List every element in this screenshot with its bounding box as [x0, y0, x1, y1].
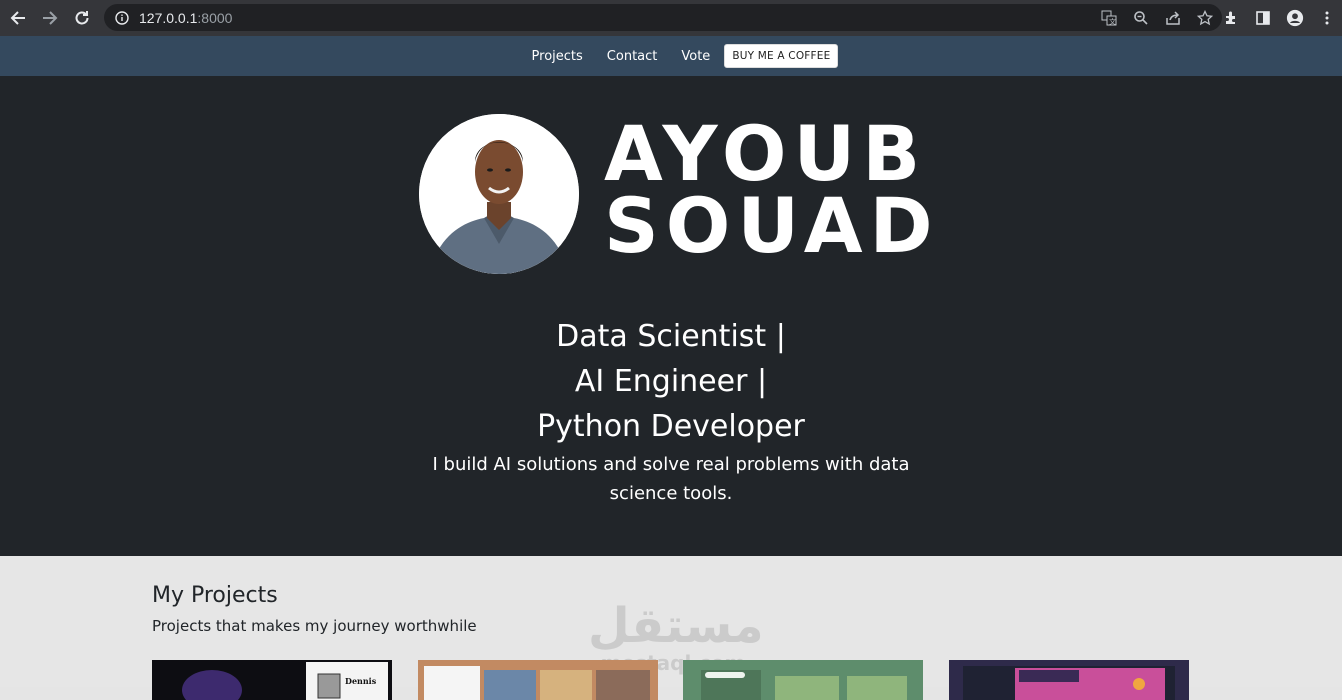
profile-icon[interactable] — [1286, 9, 1304, 27]
arrow-right-icon — [43, 11, 58, 25]
reload-icon — [75, 11, 89, 25]
role-line: AI Engineer | — [574, 364, 768, 399]
project-card-4[interactable] — [949, 660, 1189, 700]
projects-subtitle: Projects that makes my journey worthwhil… — [152, 617, 477, 635]
side-panel-icon[interactable] — [1254, 9, 1272, 27]
back-button[interactable] — [2, 2, 34, 34]
hero-name-last: SOUAD — [604, 181, 940, 270]
site-navbar: Projects Contact Vote BUY ME A COFFEE — [0, 36, 1342, 76]
project-thumbnail-2 — [418, 660, 658, 700]
nav-link-projects[interactable]: Projects — [532, 49, 583, 64]
hero-section: AYOUB SOUAD Data Scientist | AI Engineer… — [0, 76, 1342, 556]
nav-links: Projects Contact Vote BUY ME A COFFEE — [520, 44, 839, 68]
svg-text:文: 文 — [1109, 17, 1116, 26]
project-card-2[interactable] — [418, 660, 658, 700]
url-port: :8000 — [197, 9, 233, 26]
role-line: Data Scientist | — [556, 319, 786, 354]
project-thumbnail-3 — [683, 660, 923, 700]
translate-icon[interactable]: 文 — [1100, 9, 1118, 27]
project-thumbnail-1: Dennis — [152, 660, 392, 700]
profile-photo — [419, 114, 579, 274]
url-host: 127.0.0.1 — [139, 9, 198, 26]
menu-kebab-icon[interactable] — [1318, 9, 1336, 27]
nav-link-contact[interactable]: Contact — [607, 49, 658, 64]
reload-button[interactable] — [66, 2, 98, 34]
hero-name: AYOUB SOUAD — [604, 109, 940, 270]
info-icon[interactable] — [115, 10, 129, 25]
extensions-icon[interactable] — [1222, 9, 1240, 27]
project-card-3[interactable] — [683, 660, 923, 700]
forward-button[interactable] — [34, 2, 66, 34]
hero-roles: Data Scientist | AI Engineer | Python De… — [0, 314, 1342, 449]
nav-link-vote[interactable]: Vote — [681, 49, 710, 64]
hero-name-first: AYOUB — [604, 109, 928, 198]
zoom-icon[interactable] — [1132, 9, 1150, 27]
browser-toolbar: 127.0.0.1:8000 文 — [0, 0, 1342, 36]
url-text: 127.0.0.1:8000 — [139, 10, 232, 26]
card1-text: Dennis — [345, 676, 377, 686]
project-card-1[interactable]: Dennis — [152, 660, 392, 700]
buy-coffee-button[interactable]: BUY ME A COFFEE — [724, 44, 839, 68]
avatar — [419, 114, 579, 274]
projects-section: My Projects Projects that makes my journ… — [0, 556, 1342, 700]
hero-tagline: I build AI solutions and solve real prob… — [432, 454, 910, 504]
watermark-arabic: مستقل — [588, 598, 764, 654]
address-bar[interactable]: 127.0.0.1:8000 文 — [104, 4, 1222, 31]
project-thumbnail-4 — [949, 660, 1189, 700]
role-line: Python Developer — [537, 409, 805, 444]
share-icon[interactable] — [1164, 9, 1182, 27]
arrow-left-icon — [10, 11, 25, 25]
bookmark-star-icon[interactable] — [1196, 9, 1214, 27]
projects-title: My Projects — [152, 583, 278, 608]
